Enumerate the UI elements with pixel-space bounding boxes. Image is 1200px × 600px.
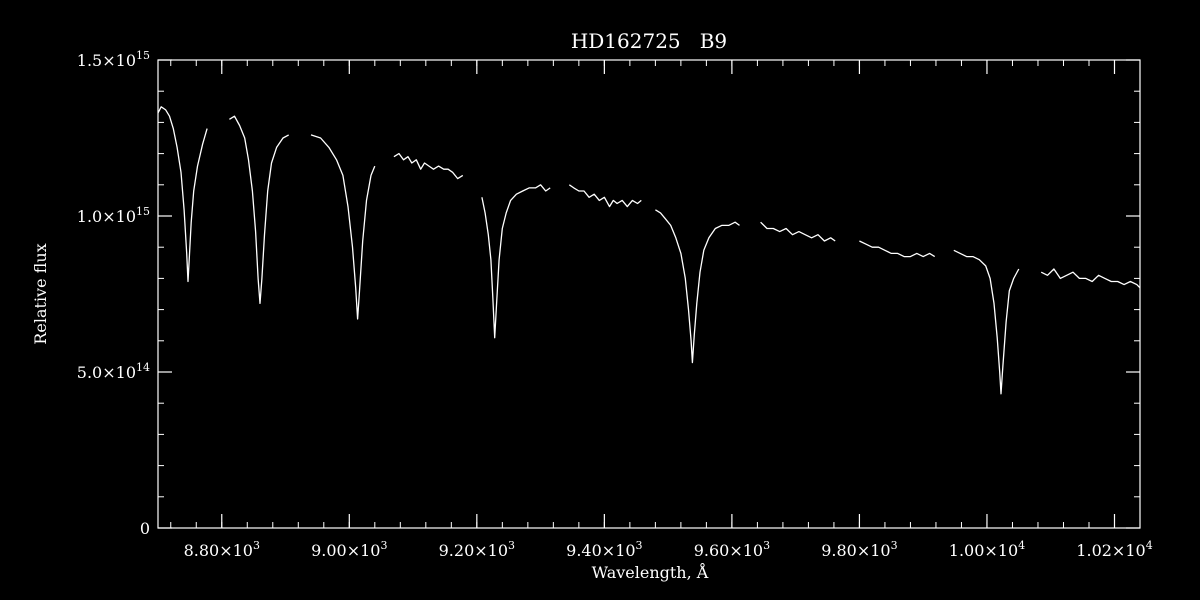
x-tick-label: 9.60×103 [694,539,770,560]
x-tick-label: 8.80×103 [184,539,260,560]
x-tick-label: 1.00×104 [949,539,1025,560]
spectrum-chart: HD162725 B9 8.80×103 9.00×103 9.20×103 9.40… [0,0,1200,600]
x-tick-label: 9.40×103 [566,539,642,560]
y-axis-label: Relative flux [31,243,50,344]
x-tick-label: 9.80×103 [821,539,897,560]
x-axis-label: Wavelength, Å [592,562,709,582]
x-tick-label: 9.00×103 [311,539,387,560]
x-tick-label: 1.02×104 [1076,539,1152,560]
y-tick-label: 0 [140,519,150,538]
chart-title: HD162725 B9 [571,29,727,53]
x-tick-label: 9.20×103 [439,539,515,560]
chart-background [0,0,1200,600]
